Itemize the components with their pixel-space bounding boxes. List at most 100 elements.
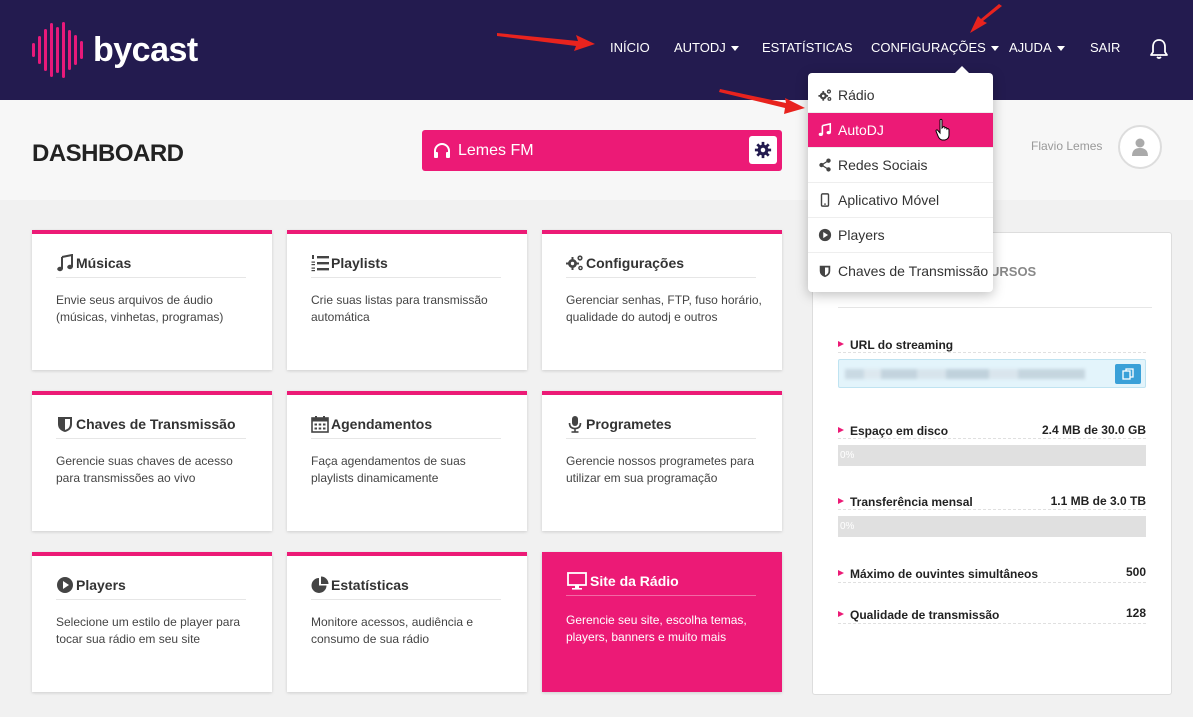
nav-item-estatisticas[interactable]: ESTATÍSTICAS bbox=[762, 40, 853, 55]
nav-label: AUTODJ bbox=[674, 40, 726, 55]
radio-settings-button[interactable] bbox=[749, 136, 777, 164]
card-musicas[interactable]: Músicas Envie seus arquivos de áudio (mú… bbox=[32, 230, 272, 370]
card-title: Site da Rádio bbox=[590, 572, 679, 589]
gear-icon bbox=[754, 141, 772, 159]
nav-label: SAIR bbox=[1090, 40, 1121, 55]
caret-down-icon bbox=[730, 46, 739, 52]
menu-item-aplicativo-movel[interactable]: Aplicativo Móvel bbox=[808, 183, 993, 218]
nav-label: CONFIGURAÇÕES bbox=[871, 40, 986, 55]
card-header: Programetes bbox=[566, 409, 756, 439]
streaming-url-label: URL do streaming bbox=[838, 338, 953, 352]
card-header: Playlists bbox=[311, 248, 501, 278]
max-listeners-value: 500 bbox=[1125, 565, 1146, 579]
user-icon bbox=[1132, 138, 1148, 156]
card-title: Estatísticas bbox=[331, 576, 409, 593]
card-header: Estatísticas bbox=[311, 570, 501, 600]
card-site-da-radio[interactable]: Site da Rádio Gerencie seu site, escolha… bbox=[542, 552, 782, 692]
card-chaves-transmissao[interactable]: Chaves de Transmissão Gerencie suas chav… bbox=[32, 391, 272, 531]
nav-label: AJUDA bbox=[1009, 40, 1052, 55]
menu-item-label: Rádio bbox=[838, 87, 875, 103]
card-programetes[interactable]: Programetes Gerencie nossos programetes … bbox=[542, 391, 782, 531]
divider bbox=[838, 307, 1152, 308]
main-nav: INÍCIO AUTODJ ESTATÍSTICAS CONFIGURAÇÕES… bbox=[0, 40, 1193, 60]
shield-icon bbox=[819, 265, 831, 277]
card-description: Gerencie suas chaves de acesso para tran… bbox=[56, 454, 233, 485]
card-description: Monitore acessos, audiência e consumo de… bbox=[311, 615, 474, 646]
copy-icon bbox=[1122, 368, 1134, 380]
menu-item-label: Players bbox=[838, 227, 885, 243]
divider bbox=[838, 582, 1146, 583]
nav-label: INÍCIO bbox=[610, 40, 650, 55]
radio-name: Lemes FM bbox=[458, 142, 534, 159]
monitor-icon bbox=[567, 571, 587, 590]
card-title: Chaves de Transmissão bbox=[76, 415, 236, 432]
mobile-icon bbox=[820, 193, 830, 207]
disk-usage-percent: 0% bbox=[840, 450, 855, 461]
card-title: Playlists bbox=[331, 254, 388, 271]
card-title: Músicas bbox=[76, 254, 132, 271]
card-description: Gerenciar senhas, FTP, fuso horário, qua… bbox=[566, 293, 762, 324]
resources-panel-title: URSOS bbox=[990, 264, 1037, 279]
card-description: Selecione um estilo de player para tocar… bbox=[56, 615, 241, 646]
configuracoes-dropdown-menu: Rádio AutoDJ Redes Sociais Aplicativo Mó… bbox=[808, 66, 993, 292]
nav-item-configuracoes[interactable]: CONFIGURAÇÕES bbox=[871, 40, 999, 55]
microphone-icon bbox=[568, 415, 582, 433]
card-header: Músicas bbox=[56, 248, 246, 278]
card-estatisticas[interactable]: Estatísticas Monitore acessos, audiência… bbox=[287, 552, 527, 692]
bell-icon[interactable] bbox=[1147, 37, 1171, 61]
disk-usage-bar: 0% bbox=[838, 445, 1146, 466]
disk-space-label: Espaço em disco bbox=[838, 424, 948, 438]
user-name[interactable]: Flavio Lemes bbox=[1031, 139, 1102, 153]
menu-item-players[interactable]: Players bbox=[808, 218, 993, 253]
play-circle-icon bbox=[818, 228, 832, 242]
card-agendamentos[interactable]: Agendamentos Faça agendamentos de suas p… bbox=[287, 391, 527, 531]
hand-pointer-cursor-icon bbox=[935, 118, 950, 141]
card-players[interactable]: Players Selecione um estilo de player pa… bbox=[32, 552, 272, 692]
disk-space-value: 2.4 MB de 30.0 GB bbox=[1041, 423, 1146, 437]
headphones-icon bbox=[434, 143, 450, 158]
menu-item-label: Redes Sociais bbox=[838, 157, 928, 173]
pie-chart-icon bbox=[311, 576, 329, 593]
nav-item-sair[interactable]: SAIR bbox=[1090, 40, 1120, 55]
streaming-url-field[interactable] bbox=[838, 359, 1146, 388]
user-avatar[interactable] bbox=[1118, 125, 1162, 169]
caret-down-icon bbox=[990, 46, 999, 52]
copy-url-button[interactable] bbox=[1115, 364, 1141, 384]
nav-label: ESTATÍSTICAS bbox=[762, 40, 853, 55]
menu-item-chaves-transmissao[interactable]: Chaves de Transmissão bbox=[808, 253, 993, 288]
stream-quality-label: Qualidade de transmissão bbox=[838, 608, 999, 622]
page-title: DASHBOARD bbox=[32, 140, 184, 167]
menu-item-label: Chaves de Transmissão bbox=[838, 262, 989, 279]
radio-selector[interactable]: Lemes FM bbox=[422, 130, 782, 171]
card-playlists[interactable]: Playlists Crie suas listas para transmis… bbox=[287, 230, 527, 370]
card-description: Crie suas listas para transmissão automá… bbox=[311, 293, 488, 324]
max-listeners-label: Máximo de ouvintes simultâneos bbox=[838, 567, 1038, 581]
stream-quality-value: 128 bbox=[1125, 606, 1146, 620]
card-title: Programetes bbox=[586, 415, 672, 432]
card-description: Gerencie seu site, escolha temas, player… bbox=[566, 613, 747, 644]
menu-item-redes-sociais[interactable]: Redes Sociais bbox=[808, 148, 993, 183]
blurred-url bbox=[845, 369, 1085, 379]
gears-icon bbox=[818, 89, 832, 101]
monthly-transfer-value: 1.1 MB de 3.0 TB bbox=[1050, 494, 1146, 508]
nav-item-ajuda[interactable]: AJUDA bbox=[1009, 40, 1065, 55]
card-configuracoes[interactable]: Configurações Gerenciar senhas, FTP, fus… bbox=[542, 230, 782, 370]
nav-item-inicio[interactable]: INÍCIO bbox=[610, 40, 650, 55]
card-header: Agendamentos bbox=[311, 409, 501, 439]
transfer-usage-percent: 0% bbox=[840, 521, 855, 532]
menu-item-autodj[interactable]: AutoDJ bbox=[808, 113, 993, 148]
gears-icon bbox=[566, 254, 583, 270]
menu-item-radio[interactable]: Rádio bbox=[808, 78, 993, 113]
transfer-usage-bar: 0% bbox=[838, 516, 1146, 537]
card-description: Gerencie nossos programetes para utiliza… bbox=[566, 454, 755, 485]
share-icon bbox=[819, 158, 831, 172]
divider bbox=[838, 352, 1146, 353]
list-ol-icon bbox=[311, 254, 329, 271]
nav-item-autodj[interactable]: AUTODJ bbox=[674, 40, 739, 55]
menu-item-label: Aplicativo Móvel bbox=[838, 192, 940, 208]
calendar-icon bbox=[311, 415, 329, 433]
music-icon bbox=[57, 253, 73, 271]
top-navbar: bycast INÍCIO AUTODJ ESTATÍSTICAS CONFIG… bbox=[0, 0, 1193, 100]
card-description: Envie seus arquivos de áudio (músicas, v… bbox=[56, 293, 224, 324]
card-header: Chaves de Transmissão bbox=[56, 409, 246, 439]
